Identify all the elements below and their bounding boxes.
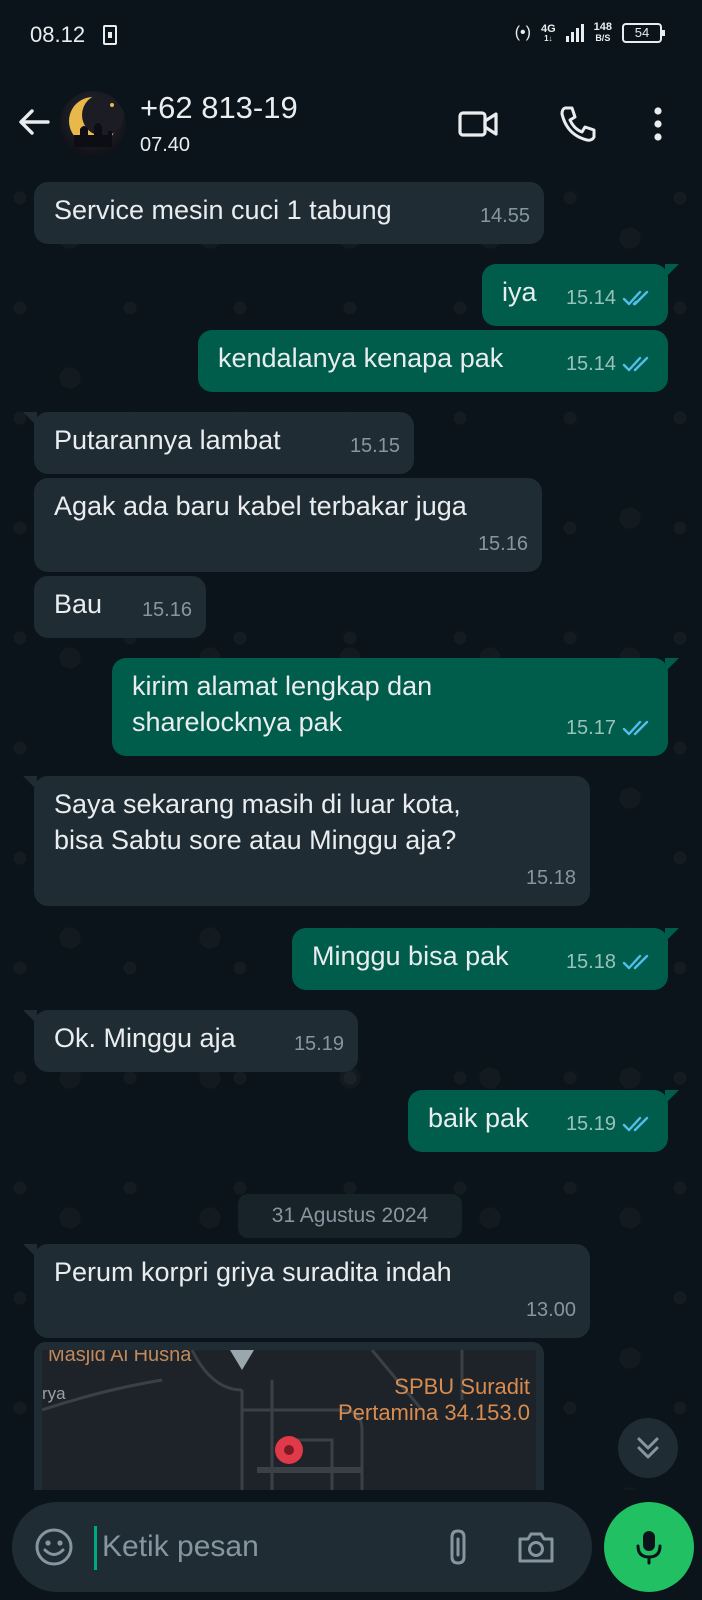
- double-chevron-down-icon: [637, 1437, 659, 1459]
- hotspot-icon: (•): [514, 24, 531, 41]
- message-composer: Ketik pesan: [0, 1490, 702, 1600]
- text-cursor: [94, 1526, 97, 1570]
- message-outgoing[interactable]: Minggu bisa pak 15.18: [292, 928, 679, 990]
- contact-name[interactable]: +62 813-19: [140, 90, 298, 126]
- attachment-icon[interactable]: [436, 1525, 480, 1569]
- contact-avatar[interactable]: [60, 91, 126, 157]
- read-receipt-icon: [622, 290, 649, 306]
- message-incoming[interactable]: Agak ada baru kabel terbakar juga 15.16: [34, 478, 542, 572]
- message-text: Service mesin cuci 1 tabung: [54, 195, 392, 225]
- map-label-area: rya: [42, 1384, 66, 1403]
- battery-level: 54: [634, 25, 650, 40]
- scroll-to-bottom-button[interactable]: [618, 1418, 678, 1478]
- status-time: 08.12: [30, 22, 86, 47]
- message-time: 15.16: [141, 599, 192, 621]
- read-receipt-icon: [622, 1116, 649, 1132]
- status-bar: 08.12 (•) 4G 1↓ 148 B/S 54: [0, 0, 702, 72]
- message-incoming[interactable]: Putarannya lambat 15.15: [23, 412, 414, 474]
- message-time: 15.17: [566, 710, 654, 746]
- message-time: 15.18: [525, 867, 576, 889]
- emoji-icon[interactable]: [32, 1525, 76, 1569]
- read-receipt-icon: [622, 954, 649, 970]
- battery-icon: 54: [622, 23, 665, 43]
- message-time: 15.18: [566, 944, 654, 980]
- message-incoming[interactable]: Service mesin cuci 1 tabung 14.55: [34, 182, 544, 244]
- message-time: 14.55: [479, 205, 530, 227]
- message-outgoing[interactable]: kendalanya kenapa pak 15.14: [198, 330, 668, 392]
- read-receipt-icon: [622, 356, 649, 372]
- back-arrow-icon[interactable]: [14, 102, 54, 142]
- camera-icon[interactable]: [514, 1525, 558, 1569]
- network-speed-unit: B/S: [595, 33, 611, 43]
- more-options-icon[interactable]: [636, 102, 680, 146]
- message-time: 15.16: [477, 533, 528, 555]
- chat-header: +62 813-19 07.40: [0, 72, 702, 178]
- map-label-mosque: Masjid Al Husna: [48, 1350, 192, 1366]
- message-incoming[interactable]: Ok. Minggu aja 15.19: [23, 1010, 358, 1072]
- message-input-placeholder[interactable]: Ketik pesan: [102, 1530, 259, 1564]
- network-label: 4G: [540, 22, 556, 35]
- microphone-icon: [636, 1531, 662, 1565]
- message-time: 13.00: [525, 1299, 576, 1321]
- contact-last-seen: 07.40: [140, 134, 191, 156]
- message-incoming[interactable]: Perum korpri griya suradita indah 13.00: [23, 1244, 590, 1338]
- map-label-gas-station: SPBU Suradit Pertamina 34.153.0: [337, 1374, 530, 1425]
- read-receipt-icon: [622, 720, 649, 736]
- sim-card-icon: [103, 25, 117, 45]
- network-speed: 148 B/S: [594, 22, 612, 44]
- message-text: Perum korpri griya suradita indah: [54, 1257, 452, 1287]
- message-time: 15.14: [566, 280, 654, 316]
- message-outgoing[interactable]: kirim alamat lengkap dan sharelocknya pa…: [112, 658, 679, 756]
- voice-message-button[interactable]: [604, 1502, 694, 1592]
- message-time: 15.14: [566, 346, 654, 382]
- message-time: 15.15: [349, 435, 400, 457]
- network-sub: 1↓: [544, 33, 553, 43]
- message-input-box[interactable]: Ketik pesan: [12, 1502, 592, 1592]
- message-time: 15.19: [566, 1106, 654, 1142]
- signal-strength-icon: [565, 24, 584, 42]
- message-outgoing[interactable]: iya 15.14: [482, 264, 679, 326]
- voice-call-icon[interactable]: [556, 102, 600, 146]
- message-text: Putarannya lambat: [54, 425, 281, 455]
- date-separator: 31 Agustus 2024: [238, 1194, 462, 1238]
- message-text: Saya sekarang masih di luar kota, bisa S…: [54, 789, 461, 855]
- message-incoming[interactable]: Saya sekarang masih di luar kota, bisa S…: [23, 776, 590, 906]
- map-preview[interactable]: Masjid Al Husna rya SPBU Suradit Pertami…: [42, 1350, 536, 1490]
- network-speed-value: 148: [593, 21, 612, 33]
- message-list[interactable]: Service mesin cuci 1 tabung 14.55 iya 15…: [0, 178, 702, 1490]
- message-incoming[interactable]: Bau 15.16: [34, 576, 206, 638]
- location-message[interactable]: Masjid Al Husna rya SPBU Suradit Pertami…: [34, 1342, 544, 1490]
- message-text: Agak ada baru kabel terbakar juga: [54, 491, 467, 521]
- message-outgoing[interactable]: baik pak 15.19: [408, 1090, 679, 1152]
- network-type: 4G 1↓: [540, 22, 556, 43]
- video-call-icon[interactable]: [456, 102, 500, 146]
- status-icons: (•) 4G 1↓ 148 B/S 54: [514, 22, 665, 44]
- crescent-mosque-icon: [69, 94, 124, 147]
- message-time: 15.19: [293, 1033, 344, 1055]
